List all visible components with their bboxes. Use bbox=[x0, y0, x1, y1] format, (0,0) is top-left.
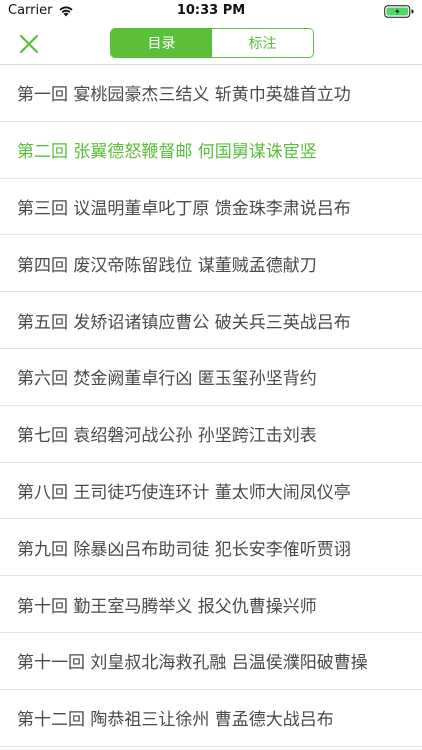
chapter-item-5[interactable]: 第五回 发矫诏诸镇应曹公 破关兵三英战吕布 bbox=[0, 292, 422, 349]
chapter-item-10[interactable]: 第十回 勤王室马腾举义 报父仇曹操兴师 bbox=[0, 576, 422, 633]
chapter-item-9[interactable]: 第九回 除暴凶吕布助司徒 犯长安李傕听贾诩 bbox=[0, 519, 422, 577]
chapter-list: 第一回 宴桃园豪杰三结义 斩黄巾英雄首立功 第二回 张翼德怒鞭督邮 何国舅谋诛宦… bbox=[0, 65, 422, 747]
close-icon bbox=[19, 34, 39, 54]
tab-contents[interactable]: 目录 bbox=[111, 29, 212, 57]
chapter-item-8[interactable]: 第八回 王司徒巧使连环计 董太师大闹凤仪亭 bbox=[0, 463, 422, 520]
chapter-item-7[interactable]: 第七回 袁绍磐河战公孙 孙坚跨江击刘表 bbox=[0, 406, 422, 463]
close-button[interactable] bbox=[16, 31, 42, 57]
chapter-item-6[interactable]: 第六回 焚金阙董卓行凶 匿玉玺孙坚背约 bbox=[0, 349, 422, 406]
chapter-item-2[interactable]: 第二回 张翼德怒鞭督邮 何国舅谋诛宦竖 bbox=[0, 122, 422, 179]
chapter-item-1[interactable]: 第一回 宴桃园豪杰三结义 斩黄巾英雄首立功 bbox=[0, 65, 422, 122]
status-bar: Carrier 10:33 PM bbox=[0, 0, 422, 22]
battery-icon bbox=[384, 5, 414, 18]
nav-bar: 目录 标注 bbox=[0, 22, 422, 65]
chapter-item-11[interactable]: 第十一回 刘皇叔北海救孔融 吕温侯濮阳破曹操 bbox=[0, 633, 422, 690]
segmented-control: 目录 标注 bbox=[110, 28, 314, 58]
status-time: 10:33 PM bbox=[176, 3, 246, 18]
chapter-item-4[interactable]: 第四回 废汉帝陈留践位 谋董贼孟德献刀 bbox=[0, 235, 422, 293]
chapter-item-3[interactable]: 第三回 议温明董卓叱丁原 馈金珠李肃说吕布 bbox=[0, 179, 422, 236]
tab-annotations[interactable]: 标注 bbox=[212, 29, 313, 57]
chapter-item-12[interactable]: 第十二回 陶恭祖三让徐州 曹孟德大战吕布 bbox=[0, 690, 422, 747]
